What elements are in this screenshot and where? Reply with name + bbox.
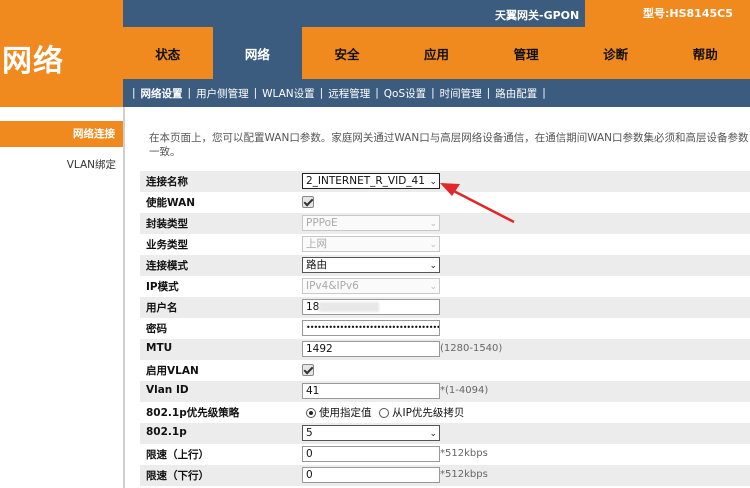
service-value: 上网 [306, 238, 327, 250]
sidebar: 网络连接 VLAN绑定 [0, 107, 123, 488]
label-8021p-policy: 802.1p优先级策略 [146, 407, 240, 419]
row-8021p-policy: 802.1p优先级策略 使用指定值 从IP优先级拷贝 [140, 402, 750, 423]
nav-network[interactable]: 网络 [212, 27, 303, 79]
subnav-network-settings[interactable]: 网络设置 [137, 86, 187, 101]
subnav-time[interactable]: 时间管理 [436, 86, 486, 101]
rate-down-hint: *512kbps [440, 469, 488, 480]
chevron-down-icon: ⌄ [429, 240, 437, 250]
service-select[interactable]: 上网 ⌄ [302, 236, 440, 252]
rate-up-hint: *512kbps [440, 448, 488, 459]
ip-mode-select[interactable]: IPv4&IPv6 ⌄ [302, 278, 440, 294]
rate-down-input[interactable]: 0 [302, 467, 440, 483]
username-input[interactable]: 18 [302, 299, 440, 315]
redacted-blur [319, 302, 380, 312]
row-mtu: MTU 1492 (1280-1540) [140, 339, 750, 360]
encap-select[interactable]: PPPoE ⌄ [302, 215, 440, 231]
subnav-qos[interactable]: QoS设置 [380, 86, 430, 101]
label-ip-mode: IP模式 [146, 281, 179, 293]
label-vlan-id: Vlan ID [146, 384, 189, 396]
row-username: 用户名 18 [140, 297, 750, 318]
row-password: 密码 •••••••••••••••••••••••••••••••••••••… [140, 318, 750, 339]
chevron-down-icon: ⌄ [429, 261, 437, 271]
8021p-select[interactable]: 5 ⌄ [302, 425, 440, 441]
label-conn-name: 连接名称 [146, 176, 188, 188]
8021p-value: 5 [306, 427, 313, 439]
main-nav: 状态 网络 安全 应用 管理 诊断 帮助 [123, 27, 750, 79]
nav-help[interactable]: 帮助 [660, 27, 750, 79]
nav-diagnosis[interactable]: 诊断 [571, 27, 661, 79]
label-username: 用户名 [146, 302, 178, 314]
label-8021p: 802.1p [146, 426, 187, 438]
row-vlan-id: Vlan ID 41 *(1-4094) [140, 381, 750, 402]
subnav-remote[interactable]: 远程管理 [324, 86, 374, 101]
rate-up-input[interactable]: 0 [302, 446, 440, 462]
subnav-wlan[interactable]: WLAN设置 [258, 86, 319, 101]
label-password: 密码 [146, 323, 167, 335]
row-service: 业务类型 上网 ⌄ [140, 234, 750, 255]
conn-name-select[interactable]: 2_INTERNET_R_VID_41 ⌄ [302, 173, 440, 189]
row-rate-up: 限速（上行） 0 *512kbps [140, 444, 750, 465]
chevron-down-icon: ⌄ [429, 429, 437, 439]
mtu-input[interactable]: 1492 [302, 341, 440, 357]
conn-name-value: 2_INTERNET_R_VID_41 [306, 175, 425, 187]
label-service: 业务类型 [146, 239, 188, 251]
subnav-separator: | [542, 87, 546, 99]
label-rate-down: 限速（下行） [146, 470, 209, 482]
sub-nav: | 网络设置 | 用户侧管理 | WLAN设置 | 远程管理 | QoS设置 |… [123, 79, 750, 107]
sidebar-item-vlan-binding[interactable]: VLAN绑定 [0, 157, 123, 172]
label-mtu: MTU [146, 342, 173, 354]
nav-application[interactable]: 应用 [392, 27, 482, 79]
radio-use-specified[interactable] [306, 407, 316, 418]
row-ip-mode: IP模式 IPv4&IPv6 ⌄ [140, 276, 750, 297]
annotation-arrow-icon [440, 183, 515, 224]
vlan-id-input[interactable]: 41 [302, 383, 440, 399]
label-enable-vlan: 启用VLAN [146, 365, 199, 377]
label-conn-mode: 连接模式 [146, 260, 188, 272]
top-bar: 天翼网关-GPON 型号:HS8145C5 [123, 0, 750, 27]
sidebar-item-network-connection[interactable]: 网络连接 [0, 121, 123, 147]
conn-mode-value: 路由 [306, 259, 327, 271]
label-encap: 封装类型 [146, 218, 188, 230]
ip-mode-value: IPv4&IPv6 [306, 280, 359, 292]
password-input[interactable]: ••••••••••••••••••••••••••••••••••••••••… [302, 320, 440, 336]
model-label: 型号:HS8145C5 [585, 0, 750, 27]
row-enable-vlan: 启用VLAN [140, 360, 750, 381]
nav-security[interactable]: 安全 [302, 27, 392, 79]
label-enable-wan: 使能WAN [146, 197, 196, 209]
encap-value: PPPoE [306, 217, 338, 229]
radio-use-specified-label: 使用指定值 [319, 407, 372, 419]
radio-copy-from-ip[interactable] [379, 407, 389, 418]
radio-copy-from-ip-label: 从IP优先级拷贝 [392, 407, 465, 419]
sidebar-divider [123, 107, 125, 488]
subnav-route[interactable]: 路由配置 [491, 86, 541, 101]
conn-mode-select[interactable]: 路由 ⌄ [302, 257, 440, 273]
row-8021p: 802.1p 5 ⌄ [140, 423, 750, 444]
brand-block: 网络 [0, 0, 123, 107]
subnav-user-side[interactable]: 用户侧管理 [192, 86, 253, 101]
row-conn-mode: 连接模式 路由 ⌄ [140, 255, 750, 276]
enable-vlan-checkbox[interactable] [302, 364, 314, 376]
gateway-title: 天翼网关-GPON [495, 9, 580, 22]
row-rate-down: 限速（下行） 0 *512kbps [140, 465, 750, 486]
nav-status[interactable]: 状态 [123, 27, 213, 79]
vlan-id-hint: *(1-4094) [440, 385, 489, 396]
mtu-hint: (1280-1540) [440, 343, 503, 354]
intro-text: 在本页面上，您可以配置WAN口参数。家庭网关通过WAN口与高层网络设备通信，在通… [149, 132, 749, 158]
username-value: 18 [306, 301, 320, 313]
label-rate-up: 限速（上行） [146, 449, 209, 461]
nav-management[interactable]: 管理 [481, 27, 571, 79]
brand-title: 网络 [2, 44, 64, 79]
enable-wan-checkbox[interactable] [302, 196, 314, 208]
chevron-down-icon: ⌄ [429, 282, 437, 292]
